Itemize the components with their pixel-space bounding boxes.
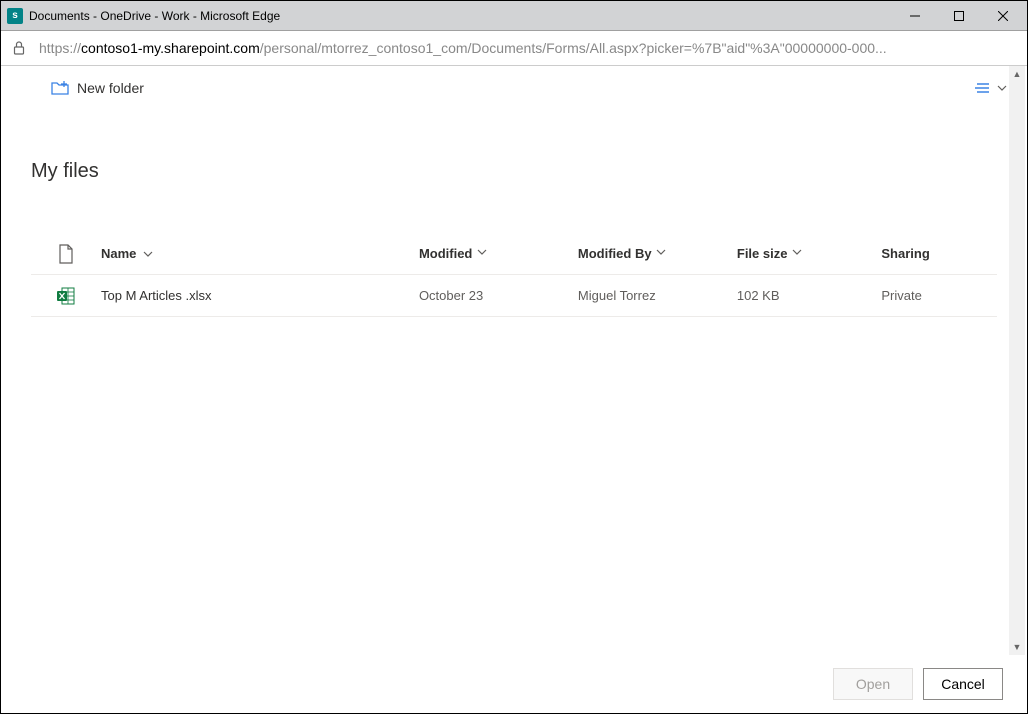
table-row[interactable]: Top M Articles .xlsx October 23 Miguel T… [31,275,997,317]
chevron-down-icon [655,246,667,258]
new-folder-label: New folder [77,80,144,96]
column-header-type-icon[interactable] [31,244,101,264]
chevron-down-icon [142,248,154,260]
app-icon-letter: s [12,10,18,21]
maximize-button[interactable] [937,2,981,30]
url-text: https://contoso1-my.sharepoint.com/perso… [39,40,1017,56]
dialog-footer: Open Cancel [1,655,1027,713]
chevron-down-icon [791,246,803,258]
cancel-button[interactable]: Cancel [923,668,1003,700]
header-name-label: Name [101,246,136,261]
file-name-cell: Top M Articles .xlsx [101,288,419,303]
vertical-scrollbar[interactable]: ▲ ▼ [1009,66,1025,655]
file-size-cell: 102 KB [737,288,882,303]
lock-icon [11,40,27,56]
chevron-down-icon [476,246,488,258]
file-modifiedby-cell: Miguel Torrez [578,288,737,303]
url-host: contoso1-my.sharepoint.com [81,40,260,56]
excel-icon [57,287,75,305]
minimize-button[interactable] [893,2,937,30]
scroll-down-arrow-icon[interactable]: ▼ [1009,639,1025,655]
scroll-up-arrow-icon[interactable]: ▲ [1009,66,1025,82]
column-header-name[interactable]: Name [101,246,419,261]
address-bar[interactable]: https://contoso1-my.sharepoint.com/perso… [1,31,1027,66]
file-modified-cell: October 23 [419,288,578,303]
url-path: /personal/mtorrez_contoso1_com/Documents… [260,40,887,56]
command-bar: New folder [1,66,1027,110]
page-title: My files [31,160,997,183]
column-header-modified[interactable]: Modified [419,246,578,261]
open-button[interactable]: Open [833,668,913,700]
file-table: Name Modified Modified By File size [31,233,997,317]
sharepoint-app-icon: s [7,8,23,24]
column-header-modified-by[interactable]: Modified By [578,246,737,261]
header-size-label: File size [737,246,788,261]
column-header-sharing[interactable]: Sharing [881,246,997,261]
view-options-button[interactable] [975,82,1007,94]
file-type-cell [31,287,101,305]
table-header-row: Name Modified Modified By File size [31,233,997,275]
main-content: My files Name Modified Modified [1,110,1027,317]
chevron-down-icon [997,83,1007,93]
window-title: Documents - OneDrive - Work - Microsoft … [29,9,893,23]
header-modified-label: Modified [419,246,472,261]
new-folder-icon [51,81,69,95]
new-folder-button[interactable]: New folder [51,80,144,96]
url-protocol: https:// [39,40,81,56]
file-sharing-cell: Private [881,288,997,303]
column-header-file-size[interactable]: File size [737,246,882,261]
list-view-icon [975,82,991,94]
header-sharing-label: Sharing [881,246,929,261]
header-modifiedby-label: Modified By [578,246,652,261]
window-titlebar: s Documents - OneDrive - Work - Microsof… [1,1,1027,31]
close-button[interactable] [981,2,1025,30]
